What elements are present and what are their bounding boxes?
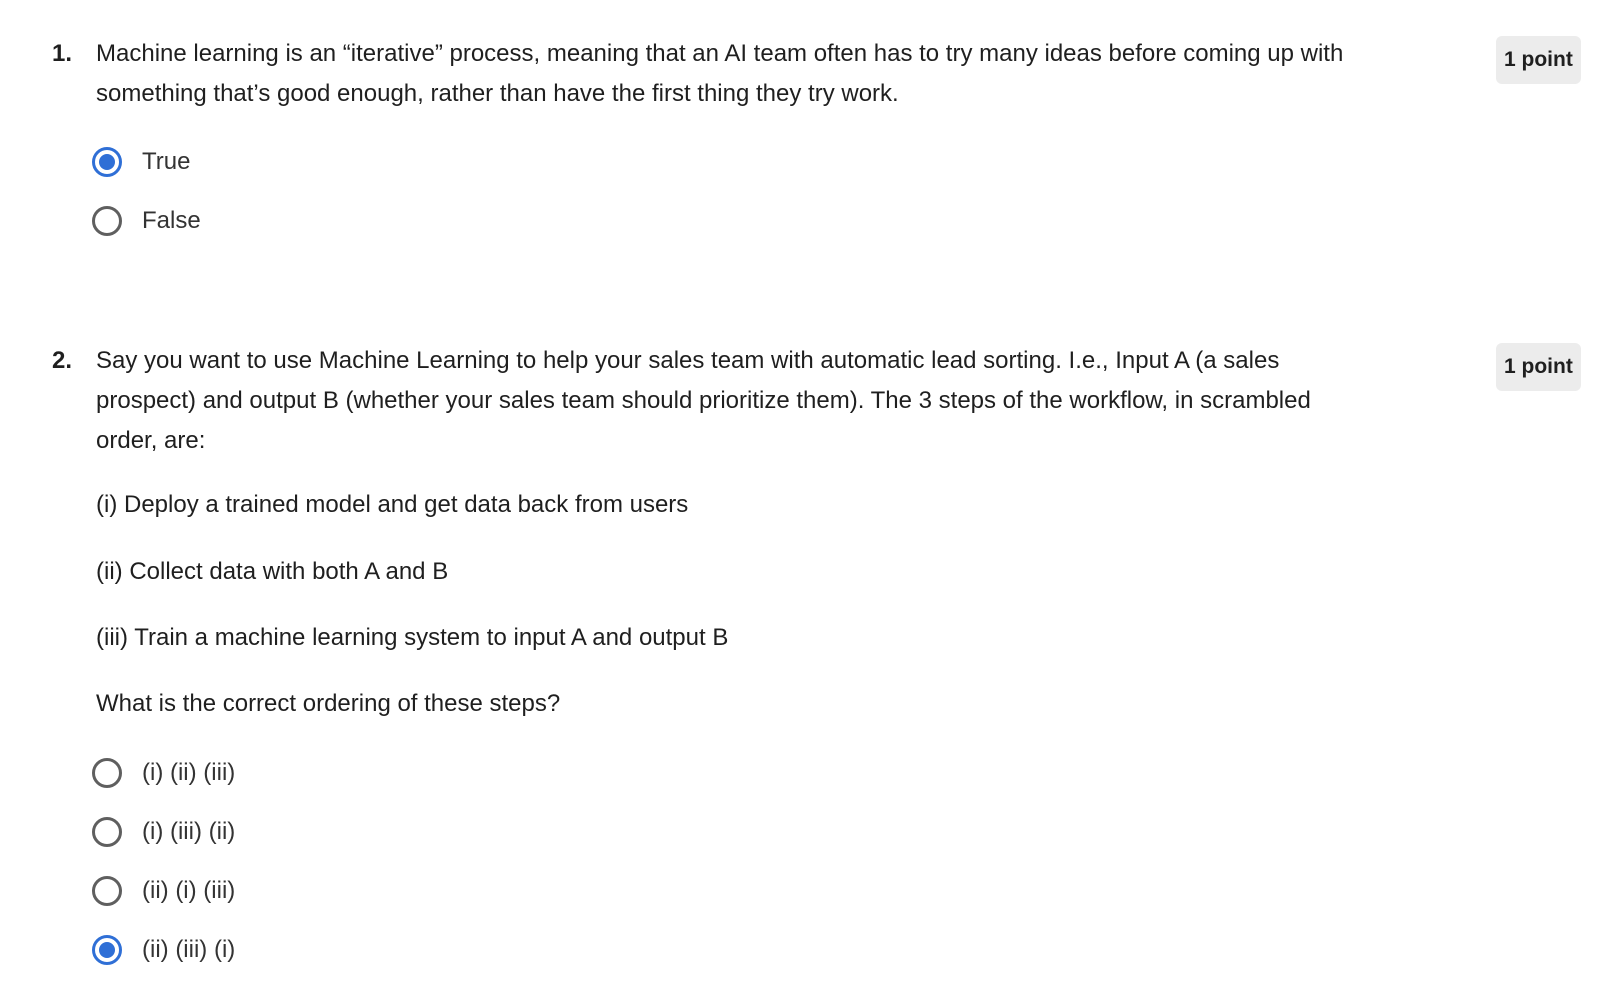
- option-label: (i) (iii) (ii): [142, 818, 236, 845]
- radio-unselected-icon[interactable]: [92, 206, 122, 236]
- question-text: Machine learning is an “iterative” proce…: [96, 40, 1344, 107]
- option-i-iii-ii[interactable]: (i) (iii) (ii): [92, 812, 235, 852]
- option-ii-iii-i[interactable]: (ii) (iii) (i): [92, 930, 235, 970]
- option-label: False: [142, 207, 201, 234]
- option-i-ii-iii[interactable]: (i) (ii) (iii): [92, 753, 235, 793]
- question-prompt: What is the correct ordering of these st…: [96, 690, 561, 717]
- option-false[interactable]: False: [92, 201, 201, 241]
- option-label: (ii) (iii) (i): [142, 936, 236, 963]
- step-item: (i) Deploy a trained model and get data …: [96, 491, 689, 518]
- step-item: (ii) Collect data with both A and B: [96, 558, 449, 585]
- radio-unselected-icon[interactable]: [92, 758, 122, 788]
- option-ii-i-iii[interactable]: (ii) (i) (iii): [92, 871, 235, 911]
- option-label: (i) (ii) (iii): [142, 759, 236, 786]
- radio-unselected-icon[interactable]: [92, 817, 122, 847]
- question-number: 2.: [52, 347, 73, 374]
- question-text: Say you want to use Machine Learning to …: [96, 347, 1311, 454]
- radio-selected-icon[interactable]: [92, 935, 122, 965]
- question-number: 1.: [52, 40, 73, 67]
- option-label: (ii) (i) (iii): [142, 877, 236, 904]
- points-badge: 1 point: [1496, 36, 1581, 84]
- points-badge: 1 point: [1496, 343, 1581, 391]
- option-label: True: [142, 148, 191, 175]
- step-item: (iii) Train a machine learning system to…: [96, 624, 729, 651]
- radio-unselected-icon[interactable]: [92, 876, 122, 906]
- radio-selected-icon[interactable]: [92, 147, 122, 177]
- option-true[interactable]: True: [92, 142, 190, 182]
